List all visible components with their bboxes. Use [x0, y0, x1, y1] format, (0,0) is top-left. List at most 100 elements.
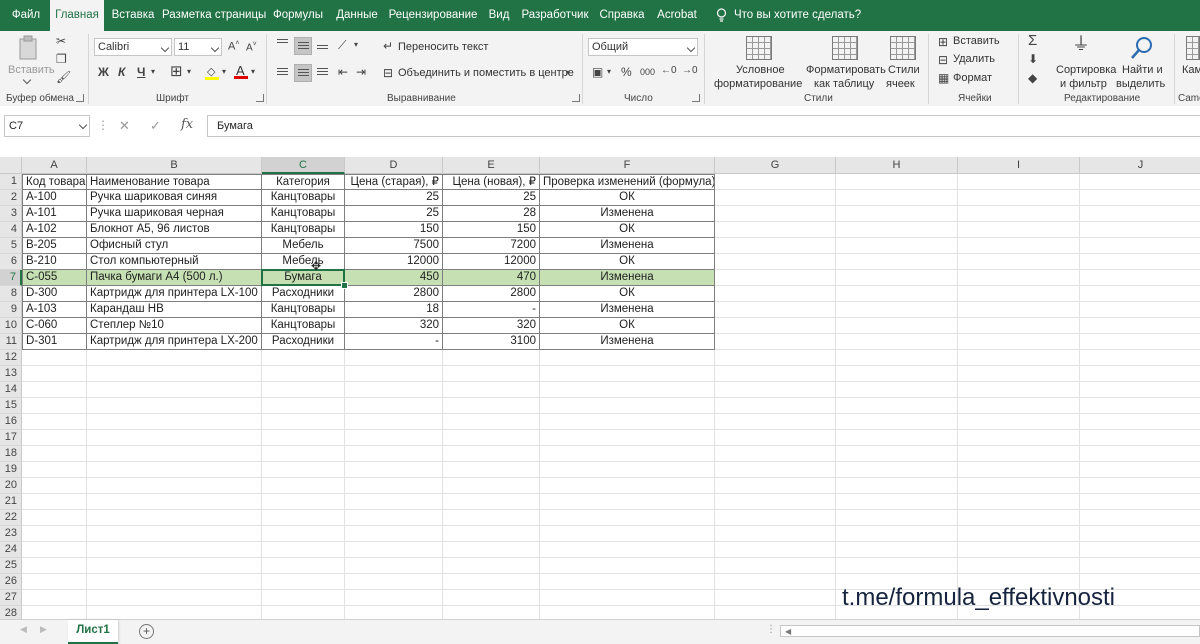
empty-cell[interactable]: [262, 462, 345, 478]
empty-cell[interactable]: [1080, 270, 1200, 286]
empty-cell[interactable]: [958, 270, 1080, 286]
empty-cell[interactable]: [262, 526, 345, 542]
empty-cell[interactable]: [87, 382, 262, 398]
select-all-corner[interactable]: [0, 157, 22, 174]
percent-button[interactable]: %: [621, 66, 632, 78]
table-cell[interactable]: Канцтовары: [262, 318, 345, 334]
italic-button[interactable]: К: [118, 66, 125, 78]
empty-cell[interactable]: [22, 382, 87, 398]
empty-cell[interactable]: [836, 398, 958, 414]
camera-button[interactable]: Кам: [1182, 64, 1200, 76]
empty-cell[interactable]: [715, 318, 836, 334]
empty-cell[interactable]: [836, 494, 958, 510]
empty-cell[interactable]: [836, 174, 958, 190]
increase-font-icon[interactable]: A˄: [228, 40, 239, 53]
empty-cell[interactable]: [87, 446, 262, 462]
table-cell[interactable]: A-103: [22, 302, 87, 318]
empty-cell[interactable]: [715, 270, 836, 286]
row-header-16[interactable]: 16: [0, 414, 22, 430]
empty-cell[interactable]: [443, 382, 540, 398]
empty-cell[interactable]: [443, 430, 540, 446]
empty-cell[interactable]: [958, 190, 1080, 206]
cell-styles-button[interactable]: Стили: [888, 64, 920, 76]
table-cell[interactable]: ОК: [540, 190, 715, 206]
merge-center-button[interactable]: Объединить и поместить в центре: [398, 67, 574, 79]
empty-cell[interactable]: [715, 462, 836, 478]
empty-cell[interactable]: [1080, 254, 1200, 270]
chevron-down-icon[interactable]: ▾: [607, 68, 611, 76]
empty-cell[interactable]: [715, 206, 836, 222]
cancel-icon[interactable]: ✕: [119, 118, 130, 134]
table-cell[interactable]: 3100: [443, 334, 540, 350]
empty-cell[interactable]: [262, 398, 345, 414]
align-middle-button[interactable]: [294, 37, 312, 55]
tab-review[interactable]: Рецензирование: [386, 0, 480, 31]
row-header-24[interactable]: 24: [0, 542, 22, 558]
row-header-11[interactable]: 11: [0, 334, 22, 350]
empty-cell[interactable]: [958, 478, 1080, 494]
empty-cell[interactable]: [836, 270, 958, 286]
table-cell[interactable]: Мебель: [262, 238, 345, 254]
table-cell[interactable]: Степлер №10: [87, 318, 262, 334]
table-header-cell[interactable]: Цена (новая), ₽: [443, 174, 540, 190]
table-cell[interactable]: Офисный стул: [87, 238, 262, 254]
row-header-13[interactable]: 13: [0, 366, 22, 382]
table-cell[interactable]: Расходники: [262, 286, 345, 302]
fill-handle[interactable]: [341, 282, 348, 289]
tab-help[interactable]: Справка: [596, 0, 648, 31]
table-cell[interactable]: 2800: [443, 286, 540, 302]
autosum-icon[interactable]: Σ: [1028, 33, 1037, 48]
table-cell[interactable]: Канцтовары: [262, 190, 345, 206]
empty-cell[interactable]: [262, 494, 345, 510]
row-header-26[interactable]: 26: [0, 574, 22, 590]
table-cell[interactable]: D-300: [22, 286, 87, 302]
empty-cell[interactable]: [345, 574, 443, 590]
empty-cell[interactable]: [22, 574, 87, 590]
format-as-table-button[interactable]: Форматировать: [806, 64, 886, 76]
insert-cells-icon[interactable]: ⊞: [938, 36, 948, 48]
paste-button[interactable]: Вставить: [8, 64, 55, 76]
empty-cell[interactable]: [958, 174, 1080, 190]
table-cell[interactable]: Блокнот А5, 96 листов: [87, 222, 262, 238]
row-header-15[interactable]: 15: [0, 398, 22, 414]
tab-view[interactable]: Вид: [484, 0, 514, 31]
empty-cell[interactable]: [87, 590, 262, 606]
empty-cell[interactable]: [836, 254, 958, 270]
table-cell[interactable]: 12000: [345, 254, 443, 270]
empty-cell[interactable]: [540, 382, 715, 398]
sort-filter-button[interactable]: Сортировка: [1056, 64, 1116, 76]
empty-cell[interactable]: [958, 286, 1080, 302]
empty-cell[interactable]: [262, 478, 345, 494]
empty-cell[interactable]: [443, 494, 540, 510]
row-header-10[interactable]: 10: [0, 318, 22, 334]
empty-cell[interactable]: [1080, 190, 1200, 206]
table-header-cell[interactable]: Цена (старая), ₽: [345, 174, 443, 190]
empty-cell[interactable]: [1080, 494, 1200, 510]
empty-cell[interactable]: [345, 510, 443, 526]
empty-cell[interactable]: [540, 606, 715, 619]
empty-cell[interactable]: [958, 558, 1080, 574]
empty-cell[interactable]: [345, 606, 443, 619]
table-cell[interactable]: Картридж для принтера LX-200: [87, 334, 262, 350]
empty-cell[interactable]: [22, 494, 87, 510]
table-cell[interactable]: Изменена: [540, 238, 715, 254]
empty-cell[interactable]: [345, 398, 443, 414]
empty-cell[interactable]: [1080, 366, 1200, 382]
empty-cell[interactable]: [836, 206, 958, 222]
empty-cell[interactable]: [262, 574, 345, 590]
table-cell[interactable]: ОК: [540, 286, 715, 302]
empty-cell[interactable]: [1080, 206, 1200, 222]
empty-cell[interactable]: [345, 494, 443, 510]
empty-cell[interactable]: [1080, 222, 1200, 238]
table-cell[interactable]: 470: [443, 270, 540, 286]
empty-cell[interactable]: [715, 190, 836, 206]
more-options-icon[interactable]: ⋮: [97, 118, 109, 132]
empty-cell[interactable]: [1080, 398, 1200, 414]
empty-cell[interactable]: [715, 286, 836, 302]
empty-cell[interactable]: [345, 350, 443, 366]
empty-cell[interactable]: [1080, 334, 1200, 350]
empty-cell[interactable]: [22, 366, 87, 382]
empty-cell[interactable]: [1080, 414, 1200, 430]
enter-icon[interactable]: ✓: [150, 118, 161, 134]
empty-cell[interactable]: [715, 174, 836, 190]
